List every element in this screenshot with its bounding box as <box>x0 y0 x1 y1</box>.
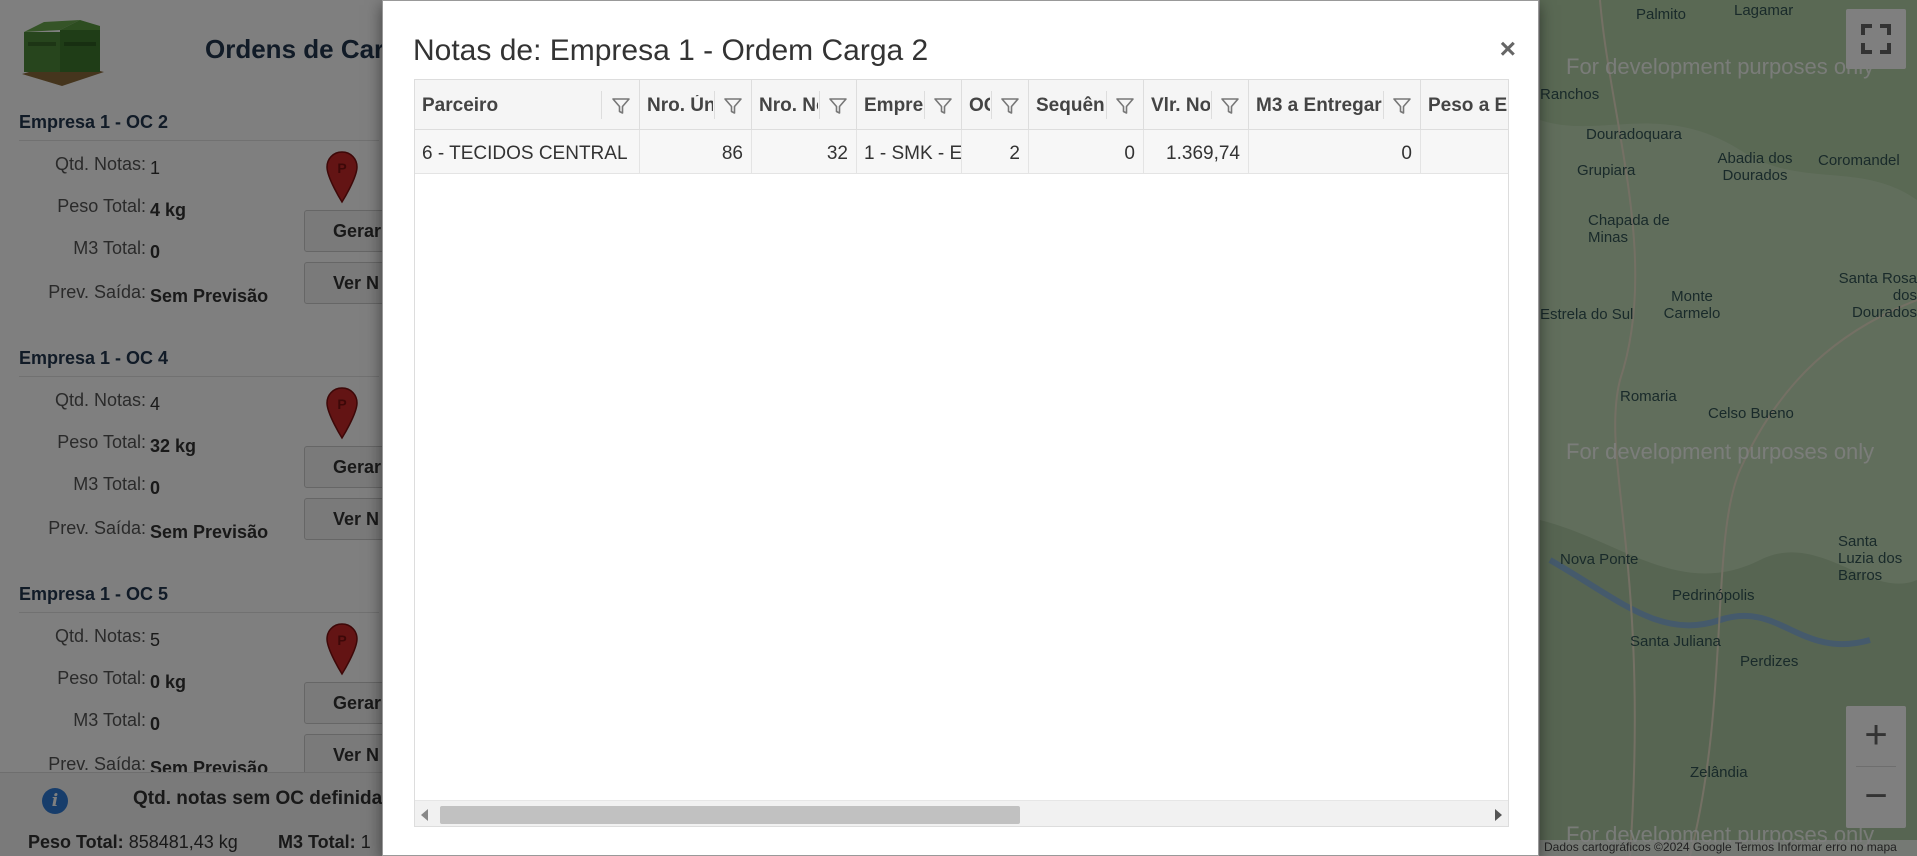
column-header-vlr-nota[interactable]: Vlr. Nota <box>1144 80 1249 130</box>
column-header-empresa[interactable]: Empresa <box>857 80 962 130</box>
filter-icon[interactable] <box>1000 96 1020 116</box>
column-label: Sequência <box>1036 95 1105 116</box>
cell-text: 2 <box>1009 143 1020 164</box>
horizontal-scrollbar[interactable] <box>415 800 1508 826</box>
cell-vlr-nota: 1.369,74 <box>1144 130 1249 174</box>
cell-text: 1 - SMK - EMPRESA <box>864 143 962 164</box>
cell-sequencia: 0 <box>1029 130 1144 174</box>
notes-grid: Parceiro Nro. Único Nro. Nota Empresa OC <box>414 79 1509 827</box>
cell-parceiro: 6 - TECIDOS CENTRAL <box>415 130 640 174</box>
divider <box>601 91 602 119</box>
scroll-left-icon[interactable] <box>421 809 428 821</box>
filter-icon[interactable] <box>1392 96 1412 116</box>
notes-modal: Notas de: Empresa 1 - Ordem Carga 2 × Pa… <box>382 0 1539 856</box>
close-icon[interactable]: × <box>1500 35 1516 63</box>
column-label: Nro. Único <box>647 95 713 116</box>
divider <box>714 91 715 119</box>
cell-nro-unico: 86 <box>640 130 752 174</box>
divider <box>1383 91 1384 119</box>
column-header-oc[interactable]: OC <box>962 80 1029 130</box>
cell-text: 0 <box>1401 143 1412 164</box>
filter-icon[interactable] <box>1115 96 1135 116</box>
cell-nro-nota: 32 <box>752 130 857 174</box>
column-label: Peso a Entregar <box>1428 95 1508 116</box>
column-label: Vlr. Nota <box>1151 95 1210 116</box>
column-header-nro-nota[interactable]: Nro. Nota <box>752 80 857 130</box>
cell-text: 0 <box>1124 143 1135 164</box>
column-header-m3-entregar[interactable]: M3 a Entregar <box>1249 80 1421 130</box>
divider <box>1211 91 1212 119</box>
scrollbar-thumb[interactable] <box>440 806 1020 824</box>
cell-m3-entregar: 0 <box>1249 130 1421 174</box>
column-label: Parceiro <box>422 95 499 116</box>
filter-icon[interactable] <box>828 96 848 116</box>
column-header-parceiro[interactable]: Parceiro <box>415 80 640 130</box>
cell-empresa: 1 - SMK - EMPRESA <box>857 130 962 174</box>
cell-text: 1.369,74 <box>1166 143 1240 164</box>
divider <box>991 91 992 119</box>
scroll-right-icon[interactable] <box>1495 809 1502 821</box>
column-header-peso-entregar[interactable]: Peso a Entregar <box>1421 80 1508 130</box>
grid-header: Parceiro Nro. Único Nro. Nota Empresa OC <box>415 80 1508 130</box>
cell-peso-entregar <box>1421 130 1508 174</box>
column-label: OC <box>969 95 990 116</box>
cell-text: 32 <box>826 143 848 164</box>
divider <box>924 91 925 119</box>
divider <box>819 91 820 119</box>
column-header-sequencia[interactable]: Sequência <box>1029 80 1144 130</box>
column-label: Nro. Nota <box>759 95 818 116</box>
cell-oc: 2 <box>962 130 1029 174</box>
cell-text: 6 - TECIDOS CENTRAL <box>422 143 628 164</box>
column-label: M3 a Entregar <box>1256 95 1382 116</box>
filter-icon[interactable] <box>723 96 743 116</box>
filter-icon[interactable] <box>1220 96 1240 116</box>
modal-title: Notas de: Empresa 1 - Ordem Carga 2 <box>413 34 929 67</box>
cell-text: 86 <box>721 143 743 164</box>
filter-icon[interactable] <box>611 96 631 116</box>
table-row[interactable]: 6 - TECIDOS CENTRAL 86 32 1 - SMK - EMPR… <box>415 130 1508 174</box>
column-label: Empresa <box>864 95 923 116</box>
divider <box>1106 91 1107 119</box>
filter-icon[interactable] <box>933 96 953 116</box>
column-header-nro-unico[interactable]: Nro. Único <box>640 80 752 130</box>
